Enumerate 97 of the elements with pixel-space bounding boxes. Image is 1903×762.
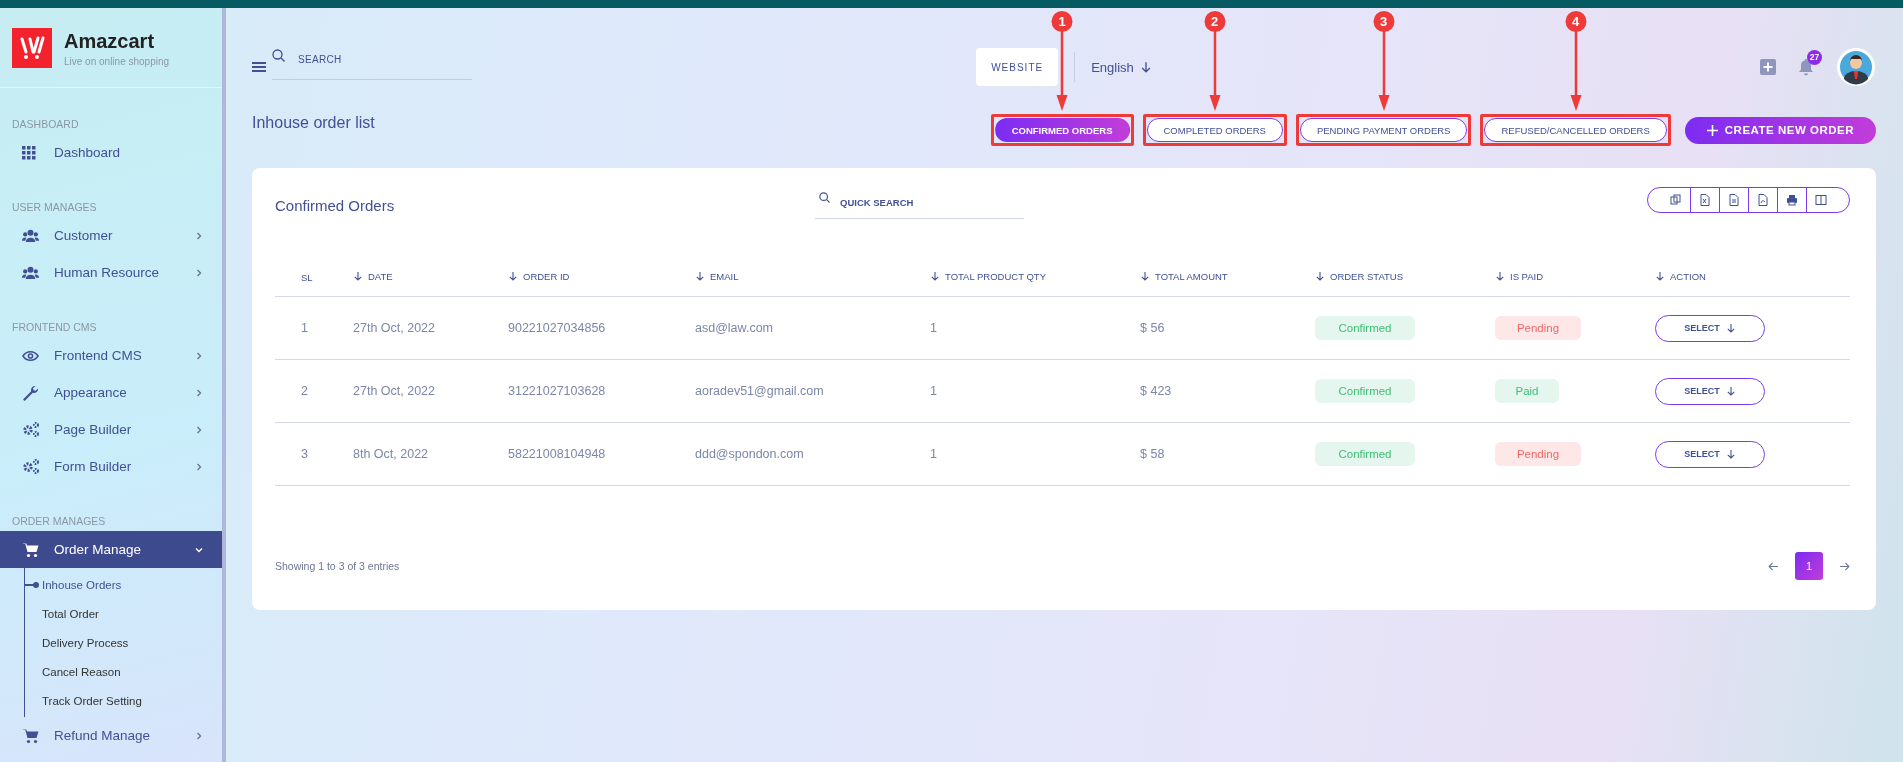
- sidebar-item[interactable]: Order Manage: [0, 531, 222, 568]
- grid-icon: [22, 145, 36, 160]
- sidebar-item[interactable]: Human Resource: [0, 254, 222, 291]
- brand-tagline: Live on online shopping: [64, 55, 170, 67]
- arrow-down-icon: [1725, 449, 1736, 459]
- search-icon: [819, 191, 830, 203]
- plus-icon: [1706, 124, 1718, 136]
- gears-icon: [22, 458, 40, 475]
- plus-square-icon[interactable]: [1760, 59, 1776, 75]
- sidebar-item[interactable]: Form Builder: [0, 448, 222, 485]
- submenu-item[interactable]: Inhouse Orders: [25, 570, 222, 599]
- sidebar-item[interactable]: Dashboard: [0, 134, 222, 171]
- status-badge: Confirmed: [1315, 379, 1415, 403]
- column-header[interactable]: ACTION: [1655, 270, 1706, 282]
- submenu-item[interactable]: Delivery Process: [25, 628, 222, 657]
- brand-name: Amazcart: [64, 29, 156, 53]
- column-header[interactable]: TOTAL AMOUNT: [1140, 270, 1228, 282]
- page-button[interactable]: 1: [1795, 552, 1823, 580]
- tab[interactable]: CONFIRMED ORDERS: [994, 118, 1130, 142]
- column-header[interactable]: TOTAL PRODUCT QTY: [930, 270, 1046, 282]
- table-cell: aoradev51@gmail.com: [695, 384, 824, 398]
- annotation-marker: 4: [1565, 11, 1587, 32]
- table-cell: 1: [930, 384, 937, 398]
- select-button[interactable]: SELECT: [1655, 440, 1765, 468]
- section-title: DASHBOARD: [11, 117, 80, 132]
- column-header[interactable]: IS PAID: [1495, 270, 1544, 282]
- table-cell: ddd@spondon.com: [695, 447, 804, 461]
- search-icon: [272, 48, 285, 62]
- column-header[interactable]: ORDER ID: [508, 270, 570, 282]
- users-icon: [22, 266, 39, 279]
- arrow-down-icon: [1139, 61, 1152, 73]
- table-cell: 1: [930, 321, 937, 335]
- tab[interactable]: COMPLETED ORDERS: [1146, 118, 1283, 142]
- card-title: Confirmed Orders: [275, 196, 396, 214]
- arrow-down-icon: [1725, 323, 1736, 333]
- column-header[interactable]: ORDER STATUS: [1315, 270, 1403, 282]
- column-header[interactable]: SL: [301, 271, 313, 283]
- menu-icon[interactable]: [252, 61, 266, 73]
- sidebar-item[interactable]: Frontend CMS: [0, 337, 222, 374]
- section-title: FRONTEND CMS: [11, 320, 98, 335]
- annotation-marker: 2: [1204, 11, 1226, 32]
- tab[interactable]: PENDING PAYMENT ORDERS: [1299, 118, 1468, 142]
- create-order-button[interactable]: CREATE NEW ORDER: [1684, 116, 1876, 144]
- table-cell: 27th Oct, 2022: [353, 321, 435, 335]
- table-cell: $ 58: [1140, 447, 1165, 461]
- page-title: Inhouse order list: [252, 114, 376, 132]
- table-cell: 2: [301, 384, 308, 398]
- bell-icon[interactable]: [1798, 58, 1814, 76]
- submenu-item[interactable]: Total Order: [25, 599, 222, 628]
- table-cell: 58221008104948: [508, 447, 606, 461]
- table-cell: 1: [301, 321, 308, 335]
- arrow-down-icon: [1725, 386, 1736, 396]
- quick-search-field[interactable]: QUICK SEARCH: [815, 196, 1024, 219]
- select-button[interactable]: SELECT: [1655, 377, 1765, 405]
- column-header[interactable]: EMAIL: [695, 270, 739, 282]
- column-header[interactable]: DATE: [353, 270, 393, 282]
- sidebar-item[interactable]: Page Builder: [0, 411, 222, 448]
- status-badge: Confirmed: [1315, 442, 1415, 466]
- eye-icon: [22, 349, 39, 362]
- table-cell: $ 423: [1140, 384, 1172, 398]
- logo-icon: [12, 28, 52, 68]
- users-icon: [22, 229, 39, 242]
- select-button[interactable]: SELECT: [1655, 314, 1765, 342]
- table-cell: 3: [301, 447, 308, 461]
- section-title: USER MANAGES: [11, 200, 98, 215]
- table-cell: 90221027034856: [508, 321, 606, 335]
- language-selector[interactable]: English: [1091, 59, 1152, 75]
- sidebar-item[interactable]: Refund Manage: [0, 717, 222, 754]
- table-cell: 31221027103628: [508, 384, 606, 398]
- submenu-item[interactable]: Cancel Reason: [25, 657, 222, 686]
- search-field[interactable]: SEARCH: [272, 53, 472, 80]
- status-badge: Pending: [1495, 316, 1581, 340]
- gears-icon: [22, 421, 40, 438]
- sidebar-item[interactable]: Appearance: [0, 374, 222, 411]
- status-badge: Paid: [1495, 379, 1559, 403]
- status-badge: Pending: [1495, 442, 1581, 466]
- submenu-item[interactable]: Track Order Setting: [25, 686, 222, 715]
- annotation-marker: 3: [1373, 11, 1395, 32]
- table-cell: asd@law.com: [695, 321, 773, 335]
- arrow-right-icon[interactable]: [1839, 560, 1850, 572]
- section-title: ORDER MANAGES: [11, 514, 107, 529]
- cart-icon: [22, 727, 39, 744]
- website-button[interactable]: WEBSITE: [976, 48, 1059, 86]
- arrow-left-icon[interactable]: [1768, 560, 1779, 572]
- annotation-marker: 1: [1051, 11, 1073, 32]
- notification-count: 27: [1807, 49, 1822, 65]
- table-cell: 1: [930, 447, 937, 461]
- table-cell: 8th Oct, 2022: [353, 447, 429, 461]
- table-cell: 27th Oct, 2022: [353, 384, 435, 398]
- entries-info: Showing 1 to 3 of 3 entries: [275, 560, 401, 572]
- tab[interactable]: REFUSED/CANCELLED ORDERS: [1484, 118, 1667, 142]
- table-cell: $ 56: [1140, 321, 1165, 335]
- sidebar-item[interactable]: Customer: [0, 217, 222, 254]
- status-badge: Confirmed: [1315, 316, 1415, 340]
- wrench-icon: [22, 384, 38, 401]
- cart-icon: [22, 541, 39, 558]
- avatar-icon[interactable]: [1836, 47, 1876, 87]
